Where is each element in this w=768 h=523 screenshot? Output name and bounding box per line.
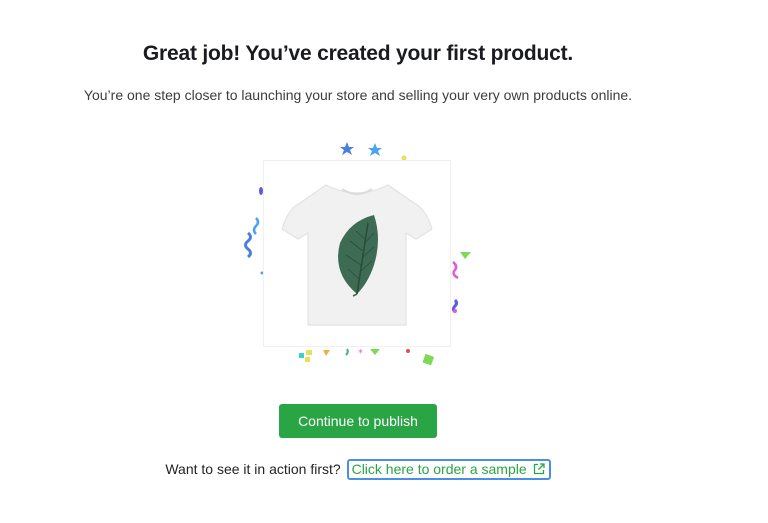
order-sample-link[interactable]: Click here to order a sample [346, 459, 551, 480]
tshirt-leaf-icon [281, 184, 433, 326]
product-preview-card [263, 160, 451, 347]
external-link-icon [533, 463, 545, 475]
svg-text:*: * [358, 348, 363, 359]
order-sample-link-label: Click here to order a sample [351, 461, 527, 477]
page-subtitle: You’re one step closer to launching your… [83, 87, 633, 103]
success-page: Great job! You’ve created your first pro… [0, 0, 768, 523]
sample-prompt-text: Want to see it in action first? [165, 461, 341, 477]
page-title: Great job! You’ve created your first pro… [142, 42, 574, 65]
continue-to-publish-button[interactable]: Continue to publish [279, 404, 437, 438]
order-sample-row: Want to see it in action first? Click he… [0, 459, 716, 480]
